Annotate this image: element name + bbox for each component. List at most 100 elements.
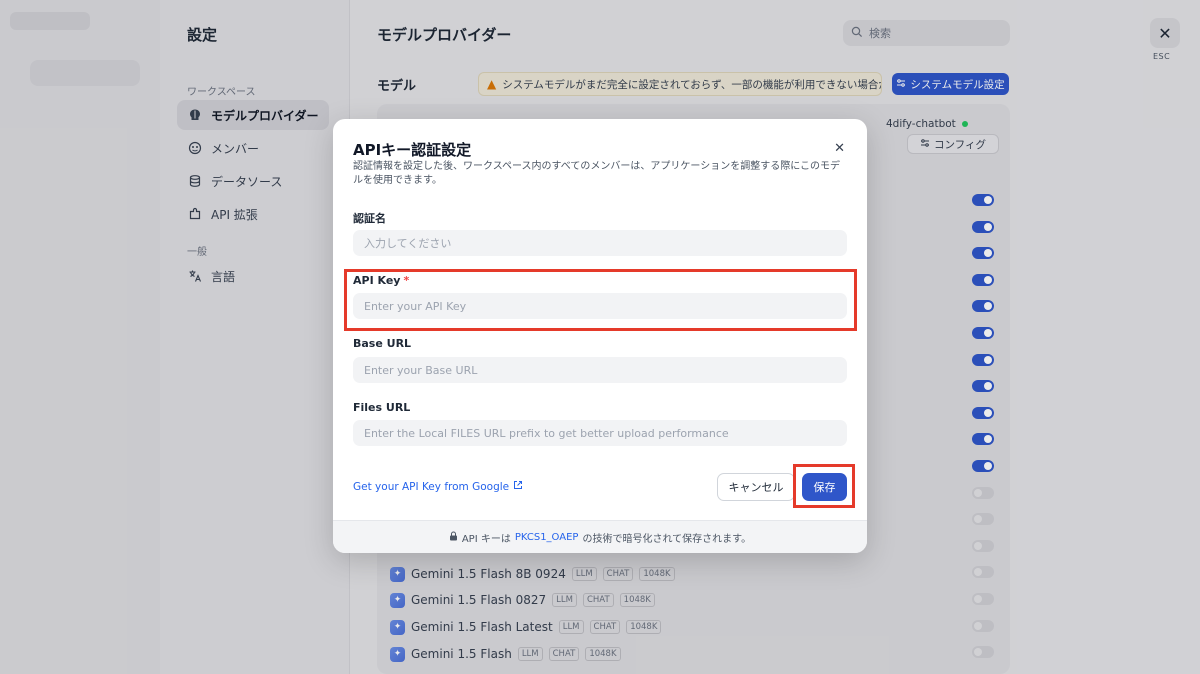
- model-enable-toggle[interactable]: [972, 487, 994, 499]
- config-button[interactable]: コンフィグ: [907, 134, 999, 154]
- model-enable-toggle[interactable]: [972, 380, 994, 392]
- settings-sidebar: 設定 ワークスペース モデルプロバイダー メンバー データソース API 拡張: [160, 0, 350, 674]
- settings-title: 設定: [187, 26, 218, 44]
- model-enable-toggle[interactable]: [972, 460, 994, 472]
- lock-icon: [449, 531, 458, 544]
- files-url-label: Files URL: [353, 401, 411, 414]
- model-tag: CHAT: [582, 593, 614, 607]
- gemini-icon: ✦: [390, 619, 405, 635]
- model-enable-toggle[interactable]: [972, 593, 994, 605]
- sidebar-item-label: モデルプロバイダー: [211, 108, 319, 123]
- warning-text: システムモデルがまだ完全に設定されておらず、一部の機能が利用できない場合が...: [502, 78, 882, 91]
- background-app: [0, 0, 160, 674]
- model-tag: 1048K: [619, 593, 655, 607]
- background-item: [30, 60, 140, 86]
- pkcs-link[interactable]: PKCS1_OAEP: [515, 532, 579, 543]
- model-tag: LLM: [558, 620, 584, 634]
- model-row: ✦ Gemini 1.5 Flash 8B 0924 LLM CHAT 1048…: [390, 565, 675, 583]
- search-icon: [851, 26, 863, 41]
- modal-description: 認証情報を設定した後、ワークスペース内のすべてのメンバーは、アプリケーションを調…: [353, 161, 840, 186]
- sidebar-item-label: メンバー: [211, 141, 260, 156]
- provider-credential: 4dify-chatbot: [886, 118, 968, 130]
- base-url-input[interactable]: [353, 357, 847, 383]
- model-tag: CHAT: [548, 647, 580, 661]
- system-model-settings-button[interactable]: システムモデル設定: [892, 73, 1009, 95]
- page-title: モデルプロバイダー: [377, 26, 512, 44]
- puzzle-icon: [187, 206, 203, 222]
- modal-footer: API キーは PKCS1_OAEP の技術で暗号化されて保存されます。: [333, 520, 867, 553]
- model-tag: 1048K: [626, 620, 662, 634]
- members-icon: [187, 140, 203, 156]
- model-enable-toggle[interactable]: [972, 247, 994, 259]
- sidebar-item-label: データソース: [211, 174, 283, 189]
- gemini-icon: ✦: [390, 646, 405, 662]
- model-name: Gemini 1.5 Flash 8B 0924: [411, 567, 566, 581]
- api-key-modal: APIキー認証設定 ✕ 認証情報を設定した後、ワークスペース内のすべてのメンバー…: [333, 119, 867, 553]
- background-logo: [10, 12, 90, 30]
- model-section-label: モデル: [377, 79, 417, 94]
- system-model-warning: ▲ システムモデルがまだ完全に設定されておらず、一部の機能が利用できない場合が.…: [478, 72, 882, 96]
- model-enable-toggle[interactable]: [972, 327, 994, 339]
- warning-icon: ▲: [487, 77, 497, 91]
- section-label-general: 一般: [187, 247, 207, 258]
- footer-suffix: の技術で暗号化されて保存されます。: [582, 533, 752, 545]
- translate-icon: [187, 268, 203, 284]
- sidebar-item-model-provider[interactable]: モデルプロバイダー: [177, 100, 329, 130]
- gemini-icon: ✦: [390, 592, 405, 608]
- sliders-icon: [896, 78, 906, 91]
- credential-name: 4dify-chatbot: [886, 118, 956, 130]
- model-enable-toggle[interactable]: [972, 274, 994, 286]
- system-model-settings-label: システムモデル設定: [910, 78, 1005, 91]
- modal-title: APIキー認証設定: [353, 141, 472, 159]
- model-tag: CHAT: [589, 620, 621, 634]
- api-key-highlight-box: [344, 269, 857, 331]
- search-input[interactable]: 検索: [843, 20, 1010, 46]
- model-tag: 1048K: [639, 567, 675, 581]
- external-link-icon: [513, 480, 523, 493]
- model-tag: CHAT: [602, 567, 634, 581]
- brain-icon: [187, 107, 203, 123]
- sidebar-item-label: API 拡張: [211, 207, 258, 222]
- google-link-text: Get your API Key from Google: [353, 480, 510, 493]
- model-enable-toggle[interactable]: [972, 646, 994, 658]
- model-enable-toggle[interactable]: [972, 354, 994, 366]
- model-enable-toggle[interactable]: [972, 407, 994, 419]
- model-tag: LLM: [552, 593, 577, 607]
- model-enable-toggle[interactable]: [972, 540, 994, 552]
- sidebar-item-language[interactable]: 言語: [177, 261, 329, 291]
- gemini-icon: ✦: [390, 566, 405, 582]
- model-name: Gemini 1.5 Flash: [411, 647, 512, 661]
- save-highlight-box: [793, 464, 855, 508]
- modal-close-icon[interactable]: ✕: [834, 141, 845, 156]
- model-enable-toggle[interactable]: [972, 620, 994, 632]
- model-enable-toggle[interactable]: [972, 433, 994, 445]
- model-enable-toggle[interactable]: [972, 566, 994, 578]
- sliders-icon: [920, 138, 930, 151]
- status-dot: [961, 121, 968, 127]
- close-settings-button[interactable]: ✕: [1150, 18, 1180, 48]
- credential-name-input[interactable]: [353, 230, 847, 256]
- model-tag: LLM: [571, 567, 597, 581]
- model-enable-toggle[interactable]: [972, 221, 994, 233]
- credential-name-label: 認証名: [353, 212, 386, 225]
- sidebar-item-api-extension[interactable]: API 拡張: [177, 199, 329, 229]
- model-tag: 1048K: [585, 647, 621, 661]
- sidebar-item-members[interactable]: メンバー: [177, 133, 329, 163]
- model-row: ✦ Gemini 1.5 Flash LLM CHAT 1048K: [390, 645, 621, 663]
- model-row: ✦ Gemini 1.5 Flash Latest LLM CHAT 1048K: [390, 618, 662, 636]
- database-icon: [187, 173, 203, 189]
- close-icon: ✕: [1158, 23, 1172, 43]
- model-enable-toggle[interactable]: [972, 513, 994, 525]
- model-tag: LLM: [517, 647, 543, 661]
- esc-label: ESC: [1153, 52, 1171, 61]
- model-row: ✦ Gemini 1.5 Flash 0827 LLM CHAT 1048K: [390, 591, 655, 609]
- model-enable-toggle[interactable]: [972, 194, 994, 206]
- model-name: Gemini 1.5 Flash Latest: [411, 620, 553, 634]
- cancel-button[interactable]: キャンセル: [717, 473, 795, 501]
- model-name: Gemini 1.5 Flash 0827: [411, 593, 547, 607]
- model-enable-toggle[interactable]: [972, 300, 994, 312]
- files-url-input[interactable]: [353, 420, 847, 446]
- sidebar-item-datasource[interactable]: データソース: [177, 166, 329, 196]
- google-api-key-link[interactable]: Get your API Key from Google: [353, 480, 523, 493]
- footer-prefix: API キーは: [461, 533, 511, 545]
